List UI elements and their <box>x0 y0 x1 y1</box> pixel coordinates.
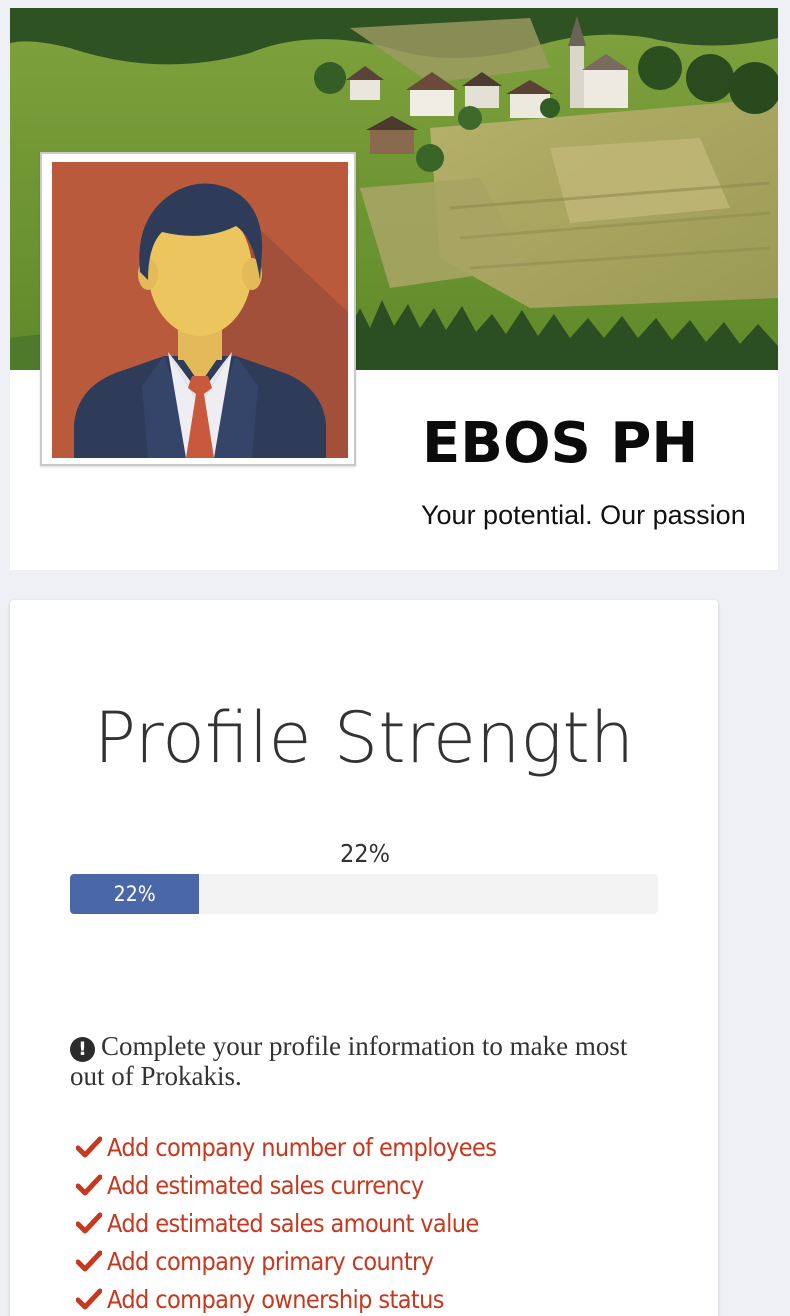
progress-percent-caption: 22% <box>340 839 390 868</box>
todo-link[interactable]: Add company primary country <box>107 1247 434 1276</box>
avatar[interactable] <box>40 152 356 466</box>
check-icon <box>76 1136 102 1158</box>
user-avatar-icon <box>52 162 348 458</box>
profile-strength-progress-bar: 22% <box>70 874 658 914</box>
profile-todo-list: Add company number of employees Add esti… <box>76 1128 497 1316</box>
todo-item-sales-currency[interactable]: Add estimated sales currency <box>76 1166 496 1204</box>
profile-completion-notice: ! Complete your profile information to ma… <box>70 1032 640 1091</box>
check-icon <box>76 1288 102 1310</box>
exclamation-circle-icon: ! <box>70 1037 95 1062</box>
todo-link[interactable]: Add company ownership status <box>107 1285 445 1314</box>
todo-link[interactable]: Add estimated sales amount value <box>107 1209 479 1238</box>
check-icon <box>76 1174 102 1196</box>
todo-item-employees[interactable]: Add company number of employees <box>76 1128 497 1166</box>
check-icon <box>76 1250 102 1272</box>
company-tagline: Your potential. Our passion <box>421 500 746 530</box>
profile-header: EBOS PH Your potential. Our passion <box>10 8 778 570</box>
todo-item-primary-country[interactable]: Add company primary country <box>76 1242 496 1280</box>
notice-text: Complete your profile information to mak… <box>70 1031 628 1091</box>
todo-link[interactable]: Add estimated sales currency <box>107 1171 424 1200</box>
todo-item-ownership-status[interactable]: Add company ownership status <box>76 1280 496 1316</box>
todo-link[interactable]: Add company number of employees <box>107 1133 497 1162</box>
profile-strength-title: Profile Strength <box>93 697 635 779</box>
progress-fill: 22% <box>70 874 200 914</box>
check-icon <box>76 1212 102 1234</box>
company-name: EBOS PH <box>422 411 699 476</box>
todo-item-sales-amount[interactable]: Add estimated sales amount value <box>76 1204 496 1242</box>
